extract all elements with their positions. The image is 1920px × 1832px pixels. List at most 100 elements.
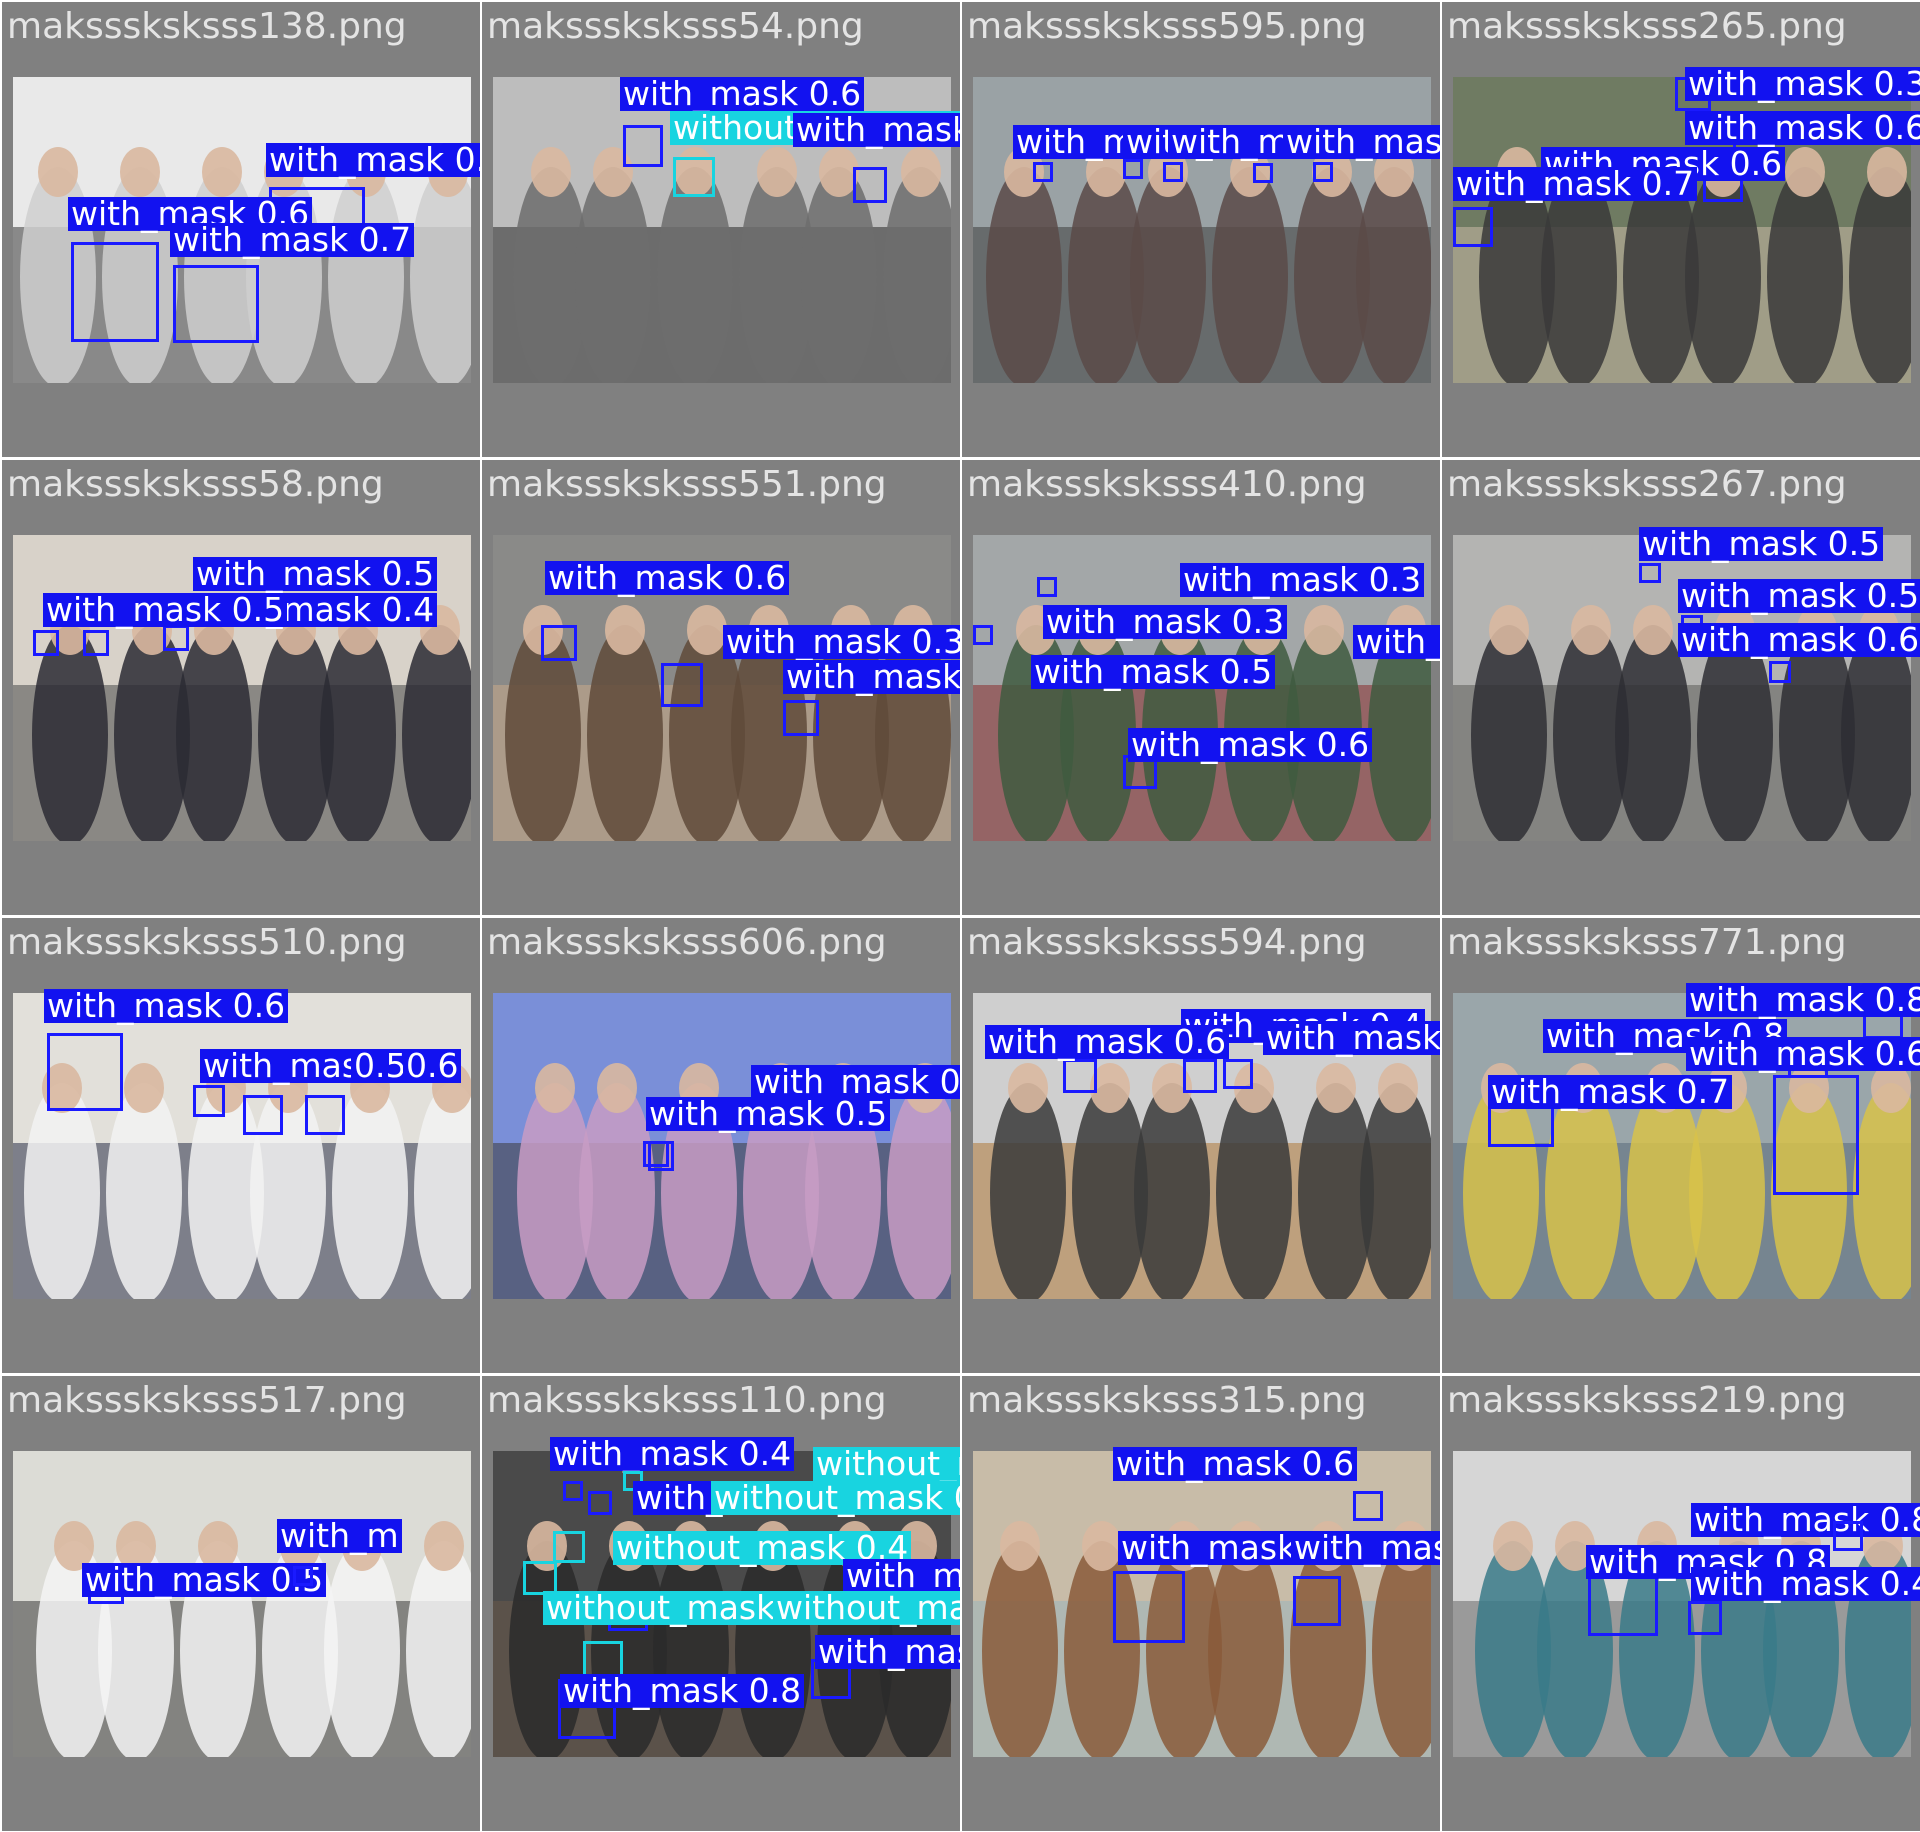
detection-label: with_mask 0.7 xyxy=(783,660,960,694)
with-mask-bounding-box xyxy=(623,125,663,167)
with-mask-bounding-box xyxy=(1313,162,1333,182)
result-tile: maksssksksss771.png with_mask 0.8 with_mas… xyxy=(1442,918,1920,1373)
detection-photo: with_mask 0.5 with_mask 0.5 with_mask 0.6 xyxy=(1453,527,1920,841)
image-filename: maksssksksss517.png xyxy=(7,1380,407,1421)
image-filename: maksssksksss606.png xyxy=(487,922,887,963)
with-mask-bounding-box xyxy=(1123,159,1143,179)
with-mask-bounding-box xyxy=(1223,1059,1253,1089)
photo-scene xyxy=(493,993,951,1299)
detection-photo: with_mask 0.4 without_mask 0.3 with_mask 0… xyxy=(493,1437,960,1757)
image-filename: maksssksksss138.png xyxy=(7,6,407,47)
with-mask-bounding-box xyxy=(783,700,819,736)
result-tile: maksssksksss510.png with_mask 0.6 with_mas… xyxy=(2,918,480,1373)
photo-scene-graphic xyxy=(493,993,951,1299)
detection-label: with_mask 0.7 xyxy=(266,143,480,177)
with-mask-bounding-box xyxy=(1033,162,1053,182)
image-filename: maksssksksss315.png xyxy=(967,1380,1367,1421)
detection-photo: with_mask 0.5 with_mask 0.4 with_mask 0.5 xyxy=(13,535,471,841)
result-tile: maksssksksss315.png with_mask 0.7 with_mas… xyxy=(962,1376,1440,1831)
detection-label: without_mask 0.3 xyxy=(813,1447,960,1481)
result-tile: maksssksksss551.png with_mask 0.6 with_mas… xyxy=(482,460,960,915)
detection-photo: with_mask 0.4with_mask 0.5with_mask 0.6 xyxy=(973,993,1440,1299)
with-mask-bounding-box xyxy=(173,265,259,343)
detection-label: with_mask 0.5 xyxy=(1639,527,1884,561)
detection-label: with_mask 0.4 xyxy=(1283,125,1440,159)
with-mask-bounding-box xyxy=(33,630,59,656)
detection-label: with_mask 0.5 xyxy=(815,1635,960,1669)
detection-label: with_mask 0.4 xyxy=(1691,1567,1920,1601)
with-mask-bounding-box xyxy=(853,167,887,203)
detection-photo: with_mask 0.6without_mask 0.3with_mask 0… xyxy=(493,77,960,383)
result-tile: maksssksksss410.png with_mask 0.3 with_mas… xyxy=(962,460,1440,915)
detection-label: with_mask 0.7 xyxy=(1353,625,1440,659)
photo-scene xyxy=(1453,1451,1911,1757)
result-tile: maksssksksss138.png with_mask 0.7with_mas… xyxy=(2,2,480,457)
detection-label: with_mask 0.6 xyxy=(545,561,790,595)
photo-scene-graphic xyxy=(1453,1451,1911,1757)
image-filename: maksssksksss265.png xyxy=(1447,6,1847,47)
result-tile: maksssksksss594.pngwith_mask 0.4with_mas… xyxy=(962,918,1440,1373)
with-mask-bounding-box xyxy=(1183,1059,1217,1093)
with-mask-bounding-box xyxy=(1769,661,1791,683)
photo-scene xyxy=(13,1451,471,1757)
detection-photo: with_mask 0.5 with_m xyxy=(13,1451,471,1757)
detection-label: with_mask 0.3 xyxy=(1043,605,1288,639)
detection-label: with_mask 0.6 xyxy=(1128,728,1373,762)
detection-label: with_mask 0.5 xyxy=(193,557,438,591)
with-mask-bounding-box xyxy=(1833,1521,1863,1551)
image-filename: maksssksksss110.png xyxy=(487,1380,887,1421)
with-mask-bounding-box xyxy=(1639,563,1661,583)
detection-label: with_mask 0.8 xyxy=(560,1674,805,1708)
detection-photo: with_mask 0.4with_mask 0.3with_mask 0.4w… xyxy=(973,77,1440,383)
image-filename: maksssksksss551.png xyxy=(487,464,887,505)
result-tile: maksssksksss265.png with_mask 0.3 with_mas… xyxy=(1442,2,1920,457)
detection-label: with_mask 0.3 xyxy=(1685,67,1920,101)
detection-label: with_mask 0.7 xyxy=(1453,167,1698,201)
detection-label: with_mask 0.6 xyxy=(620,77,865,111)
with-mask-bounding-box xyxy=(1253,163,1273,183)
with-mask-bounding-box xyxy=(661,663,703,707)
detection-label: with_mask 0.5 xyxy=(1263,1021,1440,1055)
image-filename: maksssksksss594.png xyxy=(967,922,1367,963)
with-mask-bounding-box xyxy=(1293,1576,1341,1626)
with-mask-bounding-box xyxy=(1063,1059,1097,1093)
detection-label: 0.6 xyxy=(403,1049,462,1083)
detection-photo: with_mask 0.6 with_mask 0.3with_mask 0.7 xyxy=(493,535,960,841)
with-mask-bounding-box xyxy=(1113,1571,1185,1643)
detection-label: with_mask 0.5 xyxy=(1031,655,1276,689)
detection-label: with_mask 0.6 xyxy=(1113,1447,1358,1481)
detection-label: with_mask 0.7 xyxy=(1488,1075,1733,1109)
with-mask-bounding-box xyxy=(1773,1075,1859,1195)
result-tile: maksssksksss606.png with_mask 0.8with_mas… xyxy=(482,918,960,1373)
image-filename: maksssksksss54.png xyxy=(487,6,864,47)
with-mask-bounding-box xyxy=(83,630,109,656)
detection-label: 0.5 xyxy=(351,1049,410,1083)
detection-label: with_mask 0.3 xyxy=(723,625,960,659)
with-mask-bounding-box xyxy=(243,1095,283,1135)
with-mask-bounding-box xyxy=(541,625,577,661)
with-mask-bounding-box xyxy=(71,242,159,342)
detection-photo: with_mask 0.7with_mask 0.6with_mask 0.7 xyxy=(13,77,480,383)
detection-label: with_mask 0.7 xyxy=(1291,1531,1440,1565)
detection-label: with_mask 0.6 xyxy=(985,1025,1230,1059)
detection-photo: with_mask 0.3 with_mask 0.6 with_mask 0.6 w… xyxy=(1453,67,1920,383)
with-mask-bounding-box xyxy=(47,1033,123,1111)
detection-photo: with_mask 0.8 with_mask 0.8 with_mask 0.6 w… xyxy=(1453,983,1920,1299)
result-tile: maksssksksss58.png with_mask 0.5 with_mask… xyxy=(2,460,480,915)
result-tile: maksssksksss219.png with_mask 0.8 with_mas… xyxy=(1442,1376,1920,1831)
result-tile: maksssksksss595.png with_mask 0.4with_mas… xyxy=(962,2,1440,457)
with-mask-bounding-box xyxy=(1353,1491,1383,1521)
with-mask-bounding-box xyxy=(643,1141,669,1167)
result-tile: maksssksksss110.png with_mask 0.4 without_… xyxy=(482,1376,960,1831)
with-mask-bounding-box xyxy=(1163,162,1183,182)
image-filename: maksssksksss267.png xyxy=(1447,464,1847,505)
detection-label: with_mask 0.5 xyxy=(1678,579,1920,613)
detection-label: with_mask 0.5 xyxy=(82,1563,327,1597)
with-mask-bounding-box xyxy=(1453,207,1493,247)
detection-label: with_mask 0.3 xyxy=(1180,563,1425,597)
with-mask-bounding-box xyxy=(293,1566,313,1586)
detection-label: with_mask 0.6 xyxy=(1686,1037,1920,1071)
result-tile: maksssksksss517.png with_mask 0.5 with_m xyxy=(2,1376,480,1831)
image-filename: maksssksksss771.png xyxy=(1447,922,1847,963)
with-mask-bounding-box xyxy=(973,625,993,645)
